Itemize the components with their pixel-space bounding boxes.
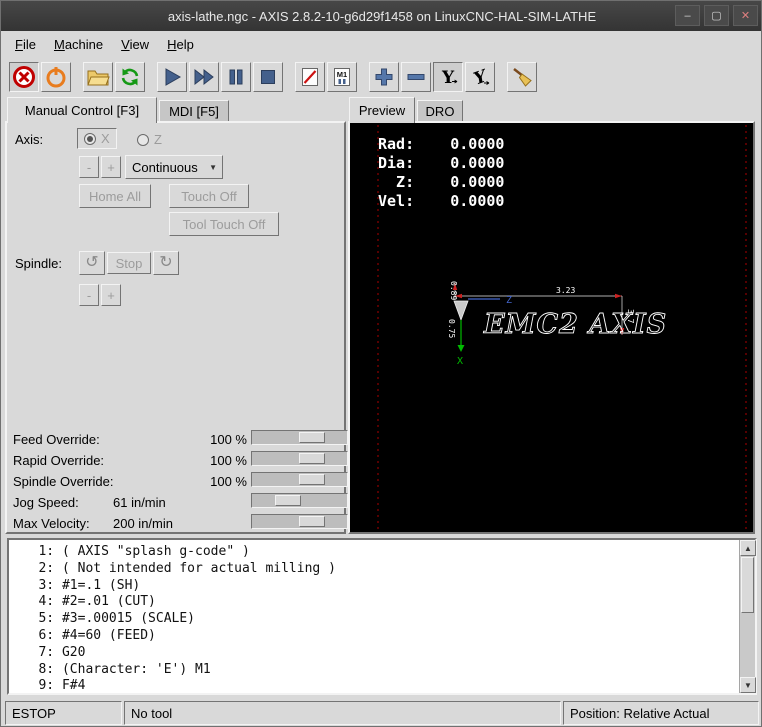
pause-icon — [224, 65, 248, 89]
menu-bar: FileMachineViewHelp — [1, 31, 762, 57]
stop-program-button[interactable] — [253, 62, 283, 92]
open-folder-icon — [86, 65, 110, 89]
zoom-out-icon — [404, 65, 428, 89]
letter-y-rotated-icon: Y — [468, 65, 492, 89]
tab-dro[interactable]: DRO — [417, 100, 463, 121]
slider-handle[interactable] — [299, 432, 325, 443]
optional-pause-icon: M1 — [330, 65, 354, 89]
window-controls: – ▢ ✕ — [675, 5, 758, 26]
scroll-down-icon[interactable]: ▼ — [740, 677, 756, 693]
reload-icon — [118, 65, 142, 89]
slider-handle[interactable] — [299, 453, 325, 464]
dim-bottom-label: 0.75 — [447, 319, 456, 338]
scrollbar-thumb[interactable] — [741, 557, 754, 613]
slider-track[interactable] — [251, 472, 348, 487]
scroll-up-icon[interactable]: ▲ — [740, 540, 756, 556]
close-button[interactable]: ✕ — [733, 5, 758, 26]
svg-text:Y: Y — [441, 68, 455, 88]
slider-track[interactable] — [251, 451, 348, 466]
window-title: axis-lathe.ngc - AXIS 2.8.2-10-g6d29f145… — [1, 9, 762, 24]
preview-panel: 3.23 0.89 3.7 0.75 X Z EMC2 AXIS Rad: 0.… — [348, 121, 755, 534]
play-icon — [160, 65, 184, 89]
z-axis-label: Z — [506, 295, 512, 306]
menu-item-help[interactable]: Help — [158, 34, 203, 55]
preview-logo-text: EMC2 AXIS — [483, 309, 667, 340]
run-from-line-button[interactable] — [189, 62, 219, 92]
toolbar-separator — [73, 62, 83, 92]
title-bar[interactable]: axis-lathe.ngc - AXIS 2.8.2-10-g6d29f145… — [1, 1, 762, 31]
sliders-section: Feed Override: 100 % Rapid Override: 100 % S… — [7, 123, 344, 532]
x-axis-arrow-icon — [458, 345, 465, 352]
toolbar: M1 YY — [1, 57, 762, 97]
tab-mdi[interactable]: MDI [F5] — [159, 100, 229, 121]
slider-handle[interactable] — [275, 495, 301, 506]
svg-text:M1: M1 — [337, 70, 347, 79]
clear-plot-button[interactable] — [507, 62, 537, 92]
stop-icon — [256, 65, 280, 89]
slider-handle[interactable] — [299, 516, 325, 527]
svg-text:Y: Y — [471, 66, 491, 89]
toolbar-separator — [147, 62, 157, 92]
toggle-skip-lines-button[interactable] — [295, 62, 325, 92]
manual-control-panel: Axis: X Z - + Continuous ▼ Home All Touc… — [5, 121, 346, 534]
menu-item-view[interactable]: View — [112, 34, 158, 55]
dro-readout: Rad: 0.0000 Dia: 0.0000 Z: 0.0000 Vel: 0… — [378, 135, 504, 211]
slider-track[interactable] — [251, 514, 348, 529]
maximize-button[interactable]: ▢ — [704, 5, 729, 26]
slider-value: 100 % — [189, 453, 247, 468]
slider-label: Jog Speed: — [13, 495, 79, 510]
menu-item-file[interactable]: File — [6, 34, 45, 55]
x-axis-label: X — [457, 356, 463, 367]
machine-power-button[interactable] — [41, 62, 71, 92]
slider-label: Max Velocity: — [13, 516, 90, 531]
slider-label: Feed Override: — [13, 432, 100, 447]
dim-top-label: 3.23 — [556, 286, 575, 295]
tool-cone — [454, 301, 468, 320]
skip-lines-icon — [298, 65, 322, 89]
minimize-button[interactable]: – — [675, 5, 700, 26]
gcode-scrollbar[interactable]: ▲ ▼ — [739, 540, 755, 693]
toolbar-separator — [285, 62, 295, 92]
slider-value: 100 % — [189, 432, 247, 447]
zoom-in-button[interactable] — [369, 62, 399, 92]
status-position: Position: Relative Actual — [563, 701, 759, 725]
slider-value: 200 in/min — [113, 516, 243, 531]
run-program-button[interactable] — [157, 62, 187, 92]
status-tool: No tool — [124, 701, 561, 725]
toggle-optional-pause-button[interactable]: M1 — [327, 62, 357, 92]
open-file-button[interactable] — [83, 62, 113, 92]
slider-handle[interactable] — [299, 474, 325, 485]
estop-button[interactable] — [9, 62, 39, 92]
pause-program-button[interactable] — [221, 62, 251, 92]
estop-icon — [12, 65, 36, 89]
slider-value: 100 % — [189, 474, 247, 489]
clear-plot-icon — [510, 65, 534, 89]
gcode-text: 1: ( AXIS "splash g-code" ) 2: ( Not int… — [15, 544, 336, 695]
toolbar-separator — [497, 62, 507, 92]
fast-forward-icon — [192, 65, 216, 89]
gcode-listing[interactable]: 1: ( AXIS "splash g-code" ) 2: ( Not int… — [7, 538, 757, 695]
letter-y-icon: Y — [436, 65, 460, 89]
slider-label: Rapid Override: — [13, 453, 104, 468]
toolbar-separator — [359, 62, 369, 92]
power-icon — [44, 65, 68, 89]
zoom-out-button[interactable] — [401, 62, 431, 92]
menu-item-machine[interactable]: Machine — [45, 34, 112, 55]
slider-track[interactable] — [251, 430, 348, 445]
slider-value: 61 in/min — [113, 495, 243, 510]
slider-label: Spindle Override: — [13, 474, 113, 489]
view-y-button[interactable]: Y — [433, 62, 463, 92]
axis-window: axis-lathe.ngc - AXIS 2.8.2-10-g6d29f145… — [0, 0, 762, 727]
dim-left-label: 0.89 — [449, 281, 458, 300]
tab-preview[interactable]: Preview — [349, 97, 415, 123]
view-y-rotated-button[interactable]: Y — [465, 62, 495, 92]
reload-file-button[interactable] — [115, 62, 145, 92]
slider-track[interactable] — [251, 493, 348, 508]
zoom-in-icon — [372, 65, 396, 89]
tab-manual-control[interactable]: Manual Control [F3] — [7, 97, 157, 123]
status-estop: ESTOP — [5, 701, 122, 725]
